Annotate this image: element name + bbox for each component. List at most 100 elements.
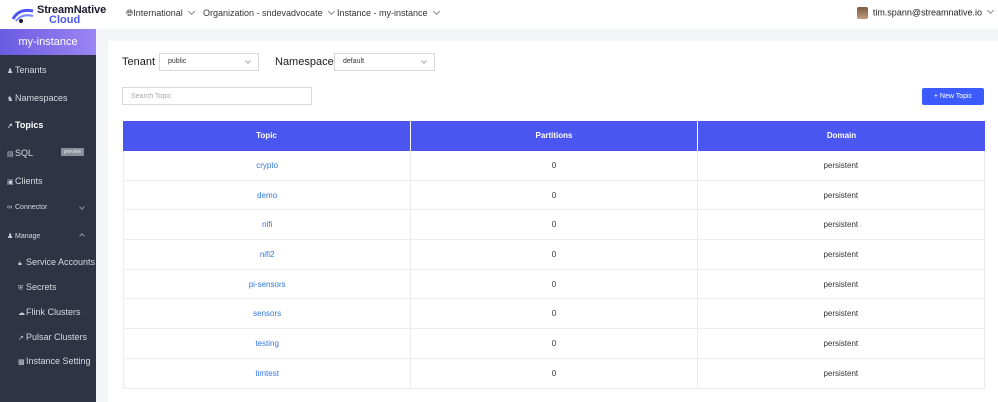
tenant-label: Tenant [122,56,156,68]
search-input[interactable] [122,87,312,105]
streamnative-logo[interactable]: StreamNative Cloud [11,4,121,26]
table-body: crypto 0 persistent demo 0 persistent ni… [123,151,985,389]
chevron-down-icon [432,7,440,16]
sidebar-item-topics[interactable]: ↗ Topics [7,120,43,130]
domain-cell: persistent [823,250,859,260]
topic-link[interactable]: sensors [124,299,412,329]
topic-link[interactable]: nifi [124,210,412,240]
sidebar-item-label: Pulsar Clusters [26,332,88,342]
topic-link[interactable]: demo [124,180,412,210]
sidebar-item-label: Instance Setting [26,356,91,366]
column-header-partitions[interactable]: Partitions [411,121,698,151]
table-row: nifi 0 persistent [123,210,985,241]
chevron-up-icon[interactable] [79,233,85,239]
domain-cell: persistent [823,190,859,200]
sidebar-item-label: SQL [15,148,34,158]
topic-link[interactable]: pi-sensors [124,269,412,299]
new-topic-button[interactable]: + New Topic [922,88,984,105]
avatar [856,7,868,19]
namespaces-icon: ♞ [7,96,14,103]
domain-cell: persistent [823,368,859,378]
sidebar-item-service-accounts[interactable]: 🔒︎ Service Accounts [18,257,95,268]
domain-cell: persistent [823,220,859,230]
language-label: International [133,8,183,18]
chevron-down-icon [986,7,995,15]
namespace-value: default [343,58,365,65]
flink-icon: ☁ [18,310,25,317]
sidebar-item-namespaces[interactable]: ♞ Namespaces [7,93,68,103]
table-row: crypto 0 persistent [123,151,985,181]
table-row: demo 0 persistent [123,180,985,211]
partitions-cell: 0 [411,240,698,269]
sidebar-item-label: Flink Clusters [26,307,81,317]
sidebar-item-secrets[interactable]: ⛨ Secrets [18,282,57,293]
table-row: pi-sensors 0 persistent [123,269,985,300]
connector-icon: ∞ [7,204,12,211]
user-menu[interactable]: tim.spann@streamnative.io [856,7,995,19]
table-row: sensors 0 persistent [123,299,985,330]
partitions-cell: 0 [411,329,698,358]
namespace-select[interactable]: default [334,53,435,71]
instance-title: my-instance [0,29,96,55]
sidebar-item-label: Namespaces [15,93,68,103]
domain-cell: persistent [823,161,859,170]
topics-table: Topic Partitions Domain crypto 0 persist… [123,121,985,389]
main-panel: Tenant public Namespace default + New To… [108,41,998,402]
topic-link[interactable]: crypto [124,151,412,180]
language-selector[interactable]: 🌐︎International [126,7,195,19]
organization-selector[interactable]: Organization - sndevadvocate [203,7,335,18]
instance-selector[interactable]: Instance - my-instance [337,7,440,18]
database-icon: ▤ [7,151,14,158]
table-header: Topic Partitions Domain [123,121,985,151]
domain-cell: persistent [823,309,859,319]
sidebar-item-label: Clients [15,176,43,186]
pulsar-icon: ↗ [18,335,24,342]
chevron-down-icon [421,58,427,64]
partitions-cell: 0 [411,180,698,210]
users-icon: ♟ [7,68,14,75]
column-header-domain[interactable]: Domain [698,121,985,151]
sidebar: my-instance ♟ Tenants ♞ Namespaces ↗ Topics… [0,29,96,402]
sidebar-item-tenants[interactable]: ♟ Tenants [7,65,47,75]
column-header-topic[interactable]: Topic [123,121,411,151]
user-email: tim.spann@streamnative.io [872,7,982,18]
sidebar-item-pulsar-clusters[interactable]: ↗ Pulsar Clusters [18,332,87,342]
sidebar-item-clients[interactable]: ▣Clients [7,176,43,186]
sidebar-item-label: Tenants [15,65,47,75]
logo-mark-icon [11,8,34,23]
sidebar-item-manage[interactable]: ♟ Manage [7,232,40,240]
domain-cell: persistent [823,279,859,289]
shield-icon: ⛨ [18,285,24,292]
top-bar: StreamNative Cloud 🌐︎International Organ… [0,0,998,29]
partitions-cell: 0 [411,358,698,388]
topic-link[interactable]: timtest [124,358,412,388]
tenant-value: public [168,58,187,65]
sidebar-item-label: Manage [15,233,41,240]
chevron-down-icon[interactable] [79,204,85,210]
sidebar-item-label: Topics [15,120,44,130]
organization-label: Organization - sndevadvocate [203,8,323,18]
chevron-down-icon [245,58,251,64]
chevron-down-icon [187,7,195,16]
namespace-label: Namespace [275,56,334,68]
logo-text-cloud: Cloud [49,14,81,26]
table-row: nifi2 0 persistent [123,240,985,270]
lock-icon: 🔒︎ [18,260,22,267]
table-row: testing 0 persistent [123,329,985,359]
clients-icon: ▣ [7,179,14,186]
sidebar-item-sql[interactable]: ▤SQL preview [7,148,95,158]
tenant-select[interactable]: public [159,53,259,71]
sidebar-item-instance-setting[interactable]: ▩Instance Setting [18,356,91,366]
sidebar-item-connector[interactable]: ∞ Connector [7,204,47,211]
table-row: timtest 0 persistent [123,358,985,389]
topics-icon: ↗ [7,123,13,130]
sidebar-item-label: Secrets [26,282,57,292]
topic-link[interactable]: nifi2 [124,240,412,269]
sidebar-item-label: Service Accounts [26,257,96,267]
instance-label: Instance - my-instance [337,8,428,18]
sidebar-item-flink-clusters[interactable]: ☁Flink Clusters [18,307,81,317]
sidebar-item-label: Connector [15,204,48,211]
topic-link[interactable]: testing [124,329,412,358]
partitions-cell: 0 [411,210,698,240]
settings-icon: ▩ [18,359,25,366]
